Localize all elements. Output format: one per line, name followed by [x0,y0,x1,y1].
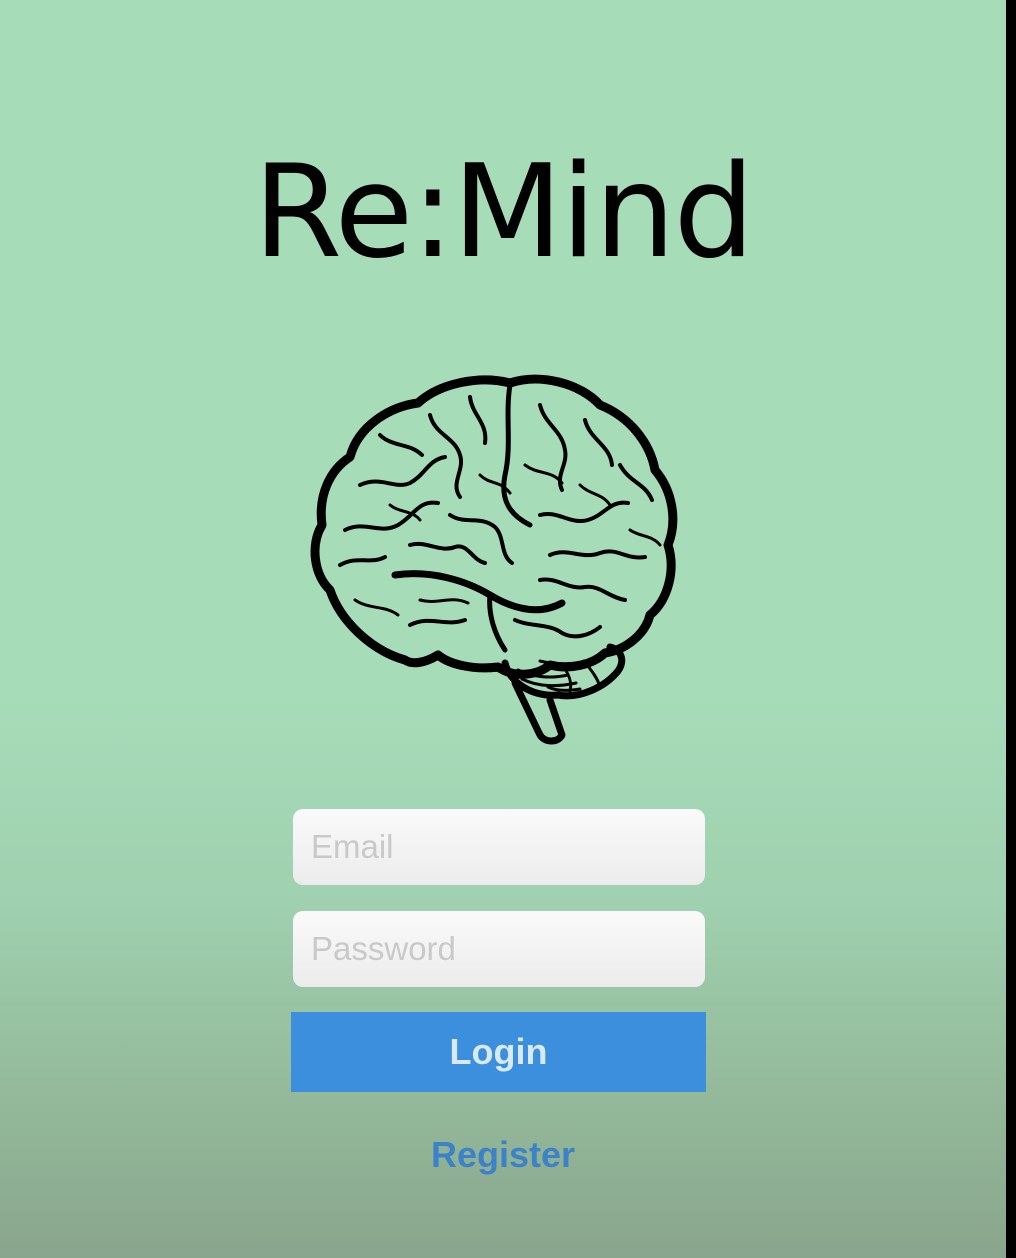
email-field[interactable] [293,809,705,885]
app-title: Re:Mind [253,138,754,287]
login-screen: Re:Mind Email Login Register [0,0,1006,1258]
register-link[interactable]: Register [0,1134,1006,1176]
password-field[interactable] [293,911,705,987]
login-button[interactable]: Login [291,1012,706,1092]
screen-edge [1006,0,1016,1258]
brain-icon [300,365,690,750]
